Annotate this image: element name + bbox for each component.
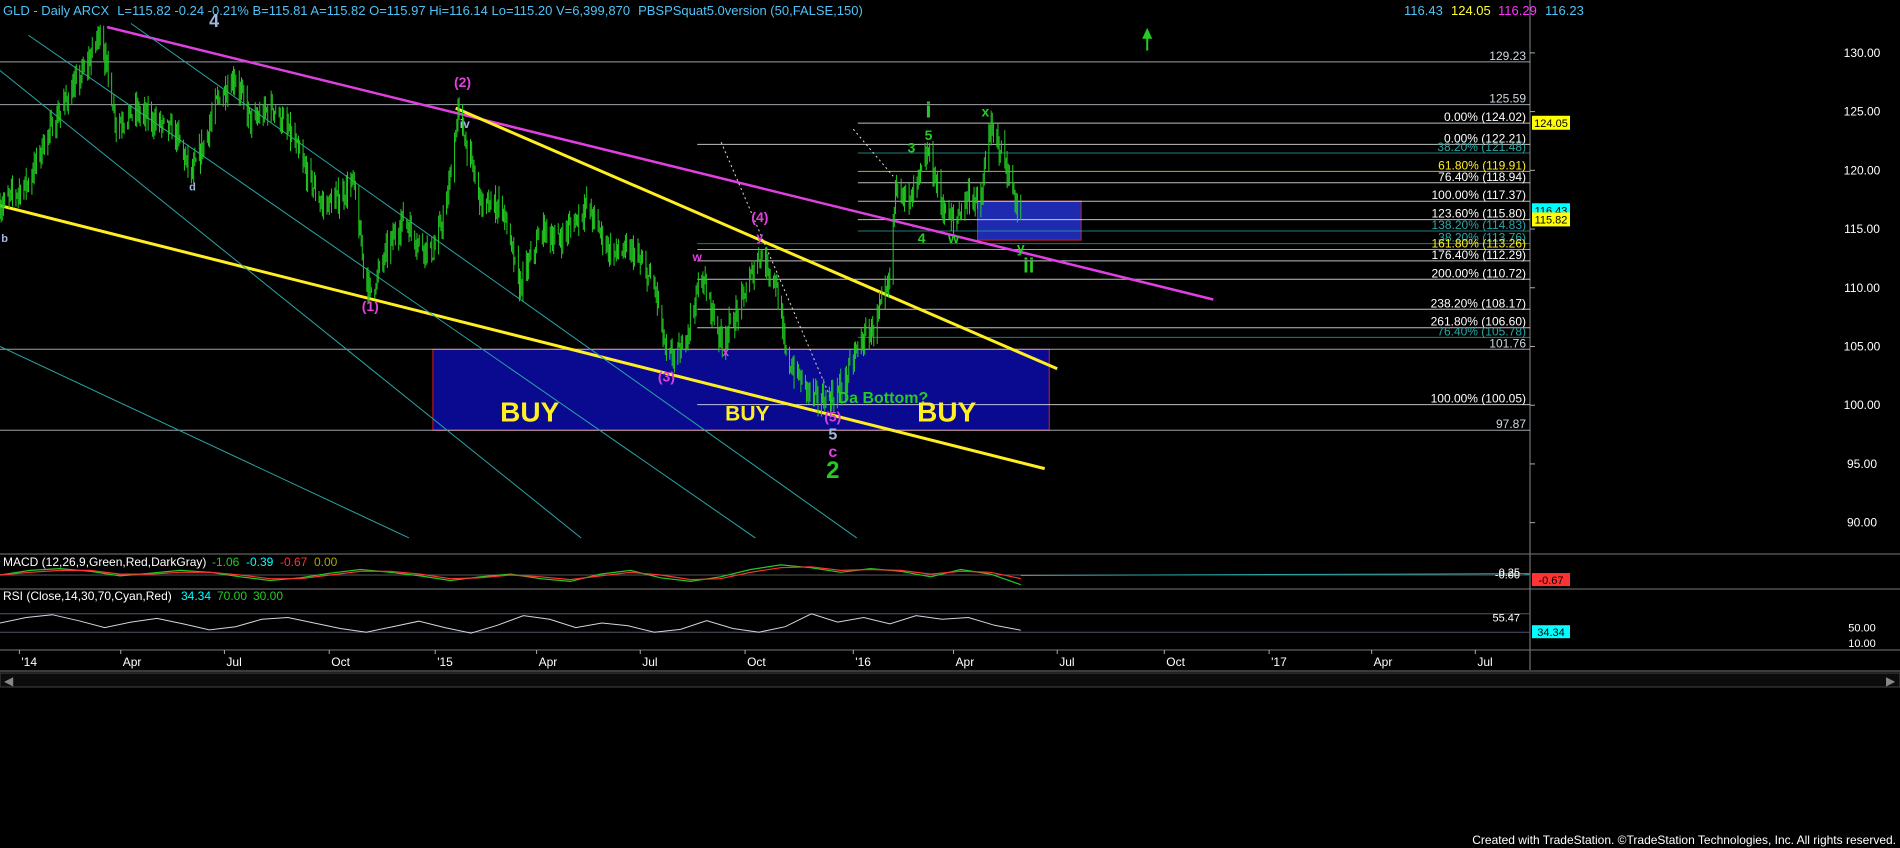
wave-label: (2) — [454, 74, 471, 90]
fib-level-label: 125.59 — [1489, 92, 1526, 106]
fib-level-label: 38.20% (121.48) — [1437, 140, 1526, 154]
fib-level-label: 101.76 — [1489, 336, 1526, 350]
fib-level-label: 0.00% (124.02) — [1444, 110, 1526, 124]
date-tick-label: Jul — [1477, 655, 1492, 669]
wave-label: Da Bottom? — [838, 390, 929, 407]
macd-value: -0.39 — [246, 555, 274, 569]
wave-label: b — [1, 233, 8, 245]
wave-label: d — [189, 181, 196, 193]
wave-label: (1) — [362, 298, 379, 314]
fib-level-label: 200.00% (110.72) — [1431, 266, 1526, 280]
date-tick-label: '16 — [855, 655, 871, 669]
date-tick-label: Apr — [1374, 655, 1393, 669]
date-tick-label: Jul — [642, 655, 657, 669]
date-tick-label: Apr — [956, 655, 975, 669]
study-value: 116.29 — [1498, 3, 1537, 18]
price-tick-label: 125.00 — [1844, 105, 1881, 119]
date-tick-label: Jul — [226, 655, 241, 669]
buy-label: BUY — [725, 402, 769, 425]
date-tick-label: Apr — [123, 655, 142, 669]
wave-label: 4 — [209, 11, 219, 31]
macd-axis-label: -0.67 — [1538, 575, 1563, 587]
svg-text:GLD - Daily ARCXL=115.82 -0.24: GLD - Daily ARCX L=115.82 -0.24 -0.21% B=… — [3, 3, 863, 18]
price-tick-label: 100.00 — [1844, 398, 1881, 412]
wave-label: 5 — [828, 426, 837, 443]
price-tick-label: 120.00 — [1844, 163, 1881, 177]
last-price-value: 115.82 — [1535, 214, 1568, 226]
fib-level-label: 100.00% (100.05) — [1431, 392, 1526, 406]
date-tick-label: Oct — [1166, 655, 1185, 669]
date-tick-label: Oct — [747, 655, 766, 669]
chart-symbol: GLD - Daily ARCX — [3, 3, 110, 18]
price-tick-label: 130.00 — [1844, 46, 1881, 60]
fib-level-label: 238.20% (108.17) — [1431, 296, 1526, 310]
price-tick-label: 90.00 — [1847, 516, 1877, 530]
wave-label: x — [982, 103, 990, 119]
wave-label: 4 — [918, 230, 926, 246]
gld-daily-chart: GLD - Daily ARCX L=115.82 -0.24 -0.21% B=… — [0, 0, 1900, 848]
price-tick-label: 95.00 — [1847, 457, 1877, 471]
wave-label: w — [947, 230, 959, 246]
wave-label: y — [757, 230, 764, 244]
wave-label: y — [1017, 240, 1025, 256]
scroll-left-icon[interactable]: ◀ — [4, 674, 14, 688]
rsi-value: 30.00 — [253, 589, 283, 603]
wave-label: x — [722, 345, 729, 359]
wave-label: (3) — [658, 369, 675, 385]
chart-study: PBSPSquat5.0version (50,FALSE,150) — [638, 3, 863, 18]
date-tick-label: '17 — [1271, 655, 1287, 669]
fib-level-label: 76.40% (118.94) — [1438, 170, 1526, 184]
chart-ohlc: L=115.82 -0.24 -0.21% B=115.81 A=115.82 … — [117, 3, 630, 18]
price-tick-label: 110.00 — [1844, 281, 1880, 295]
date-tick-label: Jul — [1059, 655, 1074, 669]
wave-label: iv — [460, 117, 470, 131]
footer-credit: Created with TradeStation. ©TradeStation… — [1472, 833, 1896, 847]
price-tick-label: 105.00 — [1844, 339, 1881, 353]
rsi-axis-label: 34.34 — [1537, 627, 1565, 639]
rsi-title: RSI (Close,14,30,70,Cyan,Red) — [3, 589, 172, 603]
fib-level-label: 129.23 — [1489, 49, 1526, 63]
rsi-value: 70.00 — [217, 589, 247, 603]
date-tick-label: '15 — [437, 655, 453, 669]
wave-label: 5 — [925, 127, 933, 143]
horizontal-scrollbar[interactable] — [0, 672, 1900, 688]
wave-label: (5) — [824, 409, 841, 425]
fib-level-label: 176.40% (112.29) — [1431, 248, 1526, 262]
study-value: 116.43 — [1404, 3, 1443, 18]
wave-label: ii — [1023, 255, 1034, 277]
wave-label: 3 — [907, 140, 915, 156]
wave-label: i — [925, 97, 931, 122]
macd-value: -1.06 — [212, 555, 240, 569]
last-price-value: 124.05 — [1534, 118, 1568, 130]
date-tick-label: Apr — [539, 655, 558, 669]
wave-label: w — [692, 250, 703, 264]
rsi-axis-label: 55.47 — [1492, 612, 1520, 624]
macd-value: -0.67 — [280, 555, 308, 569]
buy-label: BUY — [500, 397, 559, 428]
macd-title: MACD (12,26,9,Green,Red,DarkGray) — [3, 555, 206, 569]
wave-label: 2 — [826, 457, 839, 484]
macd-axis-label: -0.00 — [1495, 570, 1520, 582]
rsi-axis-label: 50.00 — [1848, 623, 1876, 635]
scroll-right-icon[interactable]: ▶ — [1886, 674, 1896, 688]
wave-label: (4) — [751, 209, 768, 225]
date-tick-label: Oct — [331, 655, 350, 669]
target-zone-box — [976, 200, 1082, 241]
price-tick-label: 115.00 — [1844, 222, 1880, 236]
rsi-axis-label: 10.00 — [1848, 638, 1876, 650]
rsi-value: 34.34 — [181, 589, 211, 603]
date-tick-label: '14 — [21, 655, 37, 669]
study-value: 124.05 — [1451, 3, 1491, 18]
macd-value: 0.00 — [314, 555, 338, 569]
fib-level-label: 97.87 — [1496, 417, 1526, 431]
study-value: 116.23 — [1545, 3, 1584, 18]
buy-label: BUY — [917, 397, 976, 428]
fib-level-label: 100.00% (117.37) — [1431, 188, 1526, 202]
